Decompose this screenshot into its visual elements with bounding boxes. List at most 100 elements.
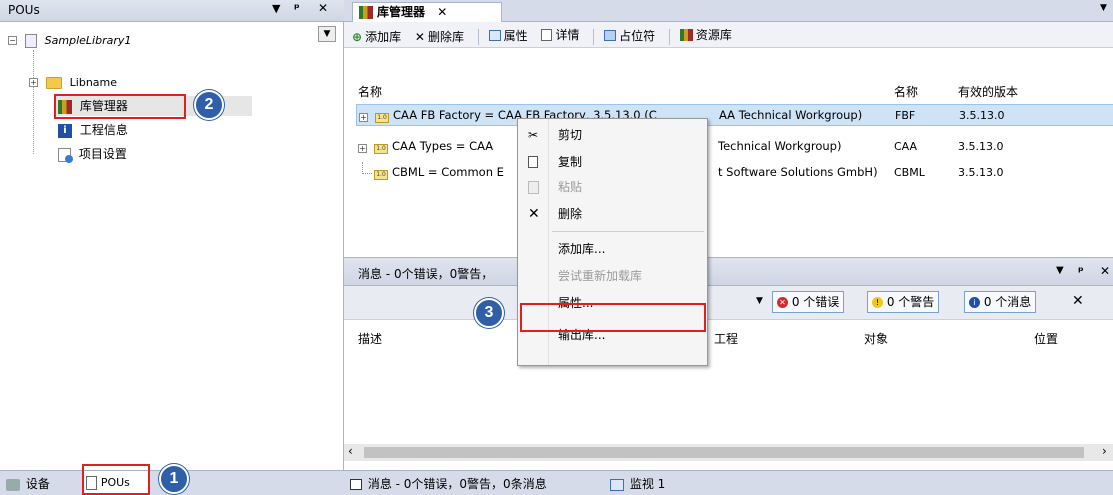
toolbar-separator [593, 29, 595, 45]
add-library-button[interactable]: ⊕ 添加库 [352, 28, 401, 45]
filter-dropdown-icon[interactable]: ▼ [756, 296, 763, 306]
column-header-object[interactable]: 对象 [864, 330, 888, 347]
watch-icon [610, 478, 624, 491]
tree-item-libname[interactable]: + Libname [29, 72, 117, 92]
panel-menu-icon[interactable]: ▼ [1056, 265, 1064, 276]
panel-menu-icon[interactable]: ▼ [272, 2, 280, 15]
row-name-left: CBML = Common E [392, 165, 504, 179]
menu-item-label: 删除 [558, 207, 583, 221]
folder-icon [45, 76, 62, 89]
callout-badge-3: 3 [474, 298, 504, 328]
pous-panel-title: POUs [8, 3, 40, 17]
library-icon [24, 33, 37, 48]
pin-icon[interactable]: ᵖ [1078, 264, 1084, 278]
bottom-tabbar: 消息 - 0个错误，0警告，0条消息 监视 1 [344, 470, 1113, 495]
tab-watch[interactable]: 监视 1 [610, 474, 665, 494]
tree-line [33, 50, 34, 154]
column-header-project[interactable]: 工程 [714, 330, 738, 347]
error-icon: ✕ [777, 297, 788, 308]
tab-messages[interactable]: 消息 - 0个错误，0警告，0条消息 [350, 474, 547, 494]
column-header-version[interactable]: 有效的版本 [958, 83, 1018, 100]
menu-item-delete[interactable]: ✕ 删除 [518, 202, 708, 227]
expand-icon: + [359, 113, 368, 122]
column-header-position[interactable]: 位置 [1034, 330, 1058, 347]
placeholder-button[interactable]: 占位符 [604, 27, 655, 44]
tab-library-manager[interactable]: 库管理器 ✕ [352, 2, 502, 22]
details-button[interactable]: 详情 [541, 26, 580, 43]
row-namespace: CBML [894, 166, 925, 179]
menu-item-label: 粘贴 [558, 180, 583, 194]
library-table: 名称 名称 有效的版本 + 1.0 CAA FB Factory = CAA F… [344, 48, 1113, 258]
repository-button[interactable]: 资源库 [679, 26, 732, 43]
menu-item-add-library[interactable]: 添加库... [518, 237, 708, 262]
row-namespace: FBF [895, 109, 916, 122]
add-library-label: 添加库 [365, 30, 402, 44]
tree-item-label: Libname [69, 76, 118, 89]
tab-label: 监视 1 [629, 477, 666, 491]
messages-title: 消息 - 0个错误，0警告， [358, 267, 494, 281]
tree-item-label: 工程信息 [79, 123, 128, 137]
delete-icon: ✕ [414, 29, 425, 44]
table-row[interactable]: + 1.0 CAA Types = CAA Technical Workgrou… [356, 136, 1113, 158]
tree-root-label: SampleLibrary1 [44, 34, 132, 47]
column-header-description[interactable]: 描述 [358, 330, 382, 347]
tab-list-icon[interactable]: ▼ [1100, 3, 1107, 13]
library-dropdown-button[interactable]: ▼ [318, 26, 336, 42]
placeholder-label: 占位符 [619, 28, 656, 43]
add-library-icon: ⊕ [352, 29, 363, 44]
table-row[interactable]: + 1.0 CAA FB Factory = CAA FB Factory, 3… [356, 104, 1113, 126]
scissors-icon: ✂ [528, 128, 539, 142]
menu-item-label: 复制 [558, 155, 583, 169]
delete-library-button[interactable]: ✕ 删除库 [415, 28, 464, 45]
devices-icon [6, 478, 20, 491]
infos-count: 0 个消息 [983, 295, 1032, 309]
expand-icon[interactable]: + [29, 78, 38, 87]
horizontal-scrollbar[interactable]: ‹ › [344, 444, 1113, 461]
expand-icon[interactable]: + [358, 141, 367, 155]
delete-library-label: 删除库 [427, 30, 464, 44]
menu-item-reload-library[interactable]: 尝试重新加载库 [518, 264, 708, 289]
collapse-icon[interactable]: − [8, 36, 17, 45]
details-icon [541, 28, 553, 41]
messages-list: 描述 工程 对象 位置 ‹ › [344, 320, 1113, 470]
tree-item-project-settings[interactable]: 项目设置 [56, 144, 127, 164]
pin-icon[interactable]: ᵖ [294, 1, 300, 15]
tree-item-project-info[interactable]: i 工程信息 [56, 120, 128, 140]
menu-separator [552, 231, 704, 232]
warnings-count: 0 个警告 [886, 295, 935, 309]
column-header-namespace[interactable]: 名称 [894, 83, 918, 100]
tab-label: 消息 - 0个错误，0警告，0条消息 [367, 477, 547, 491]
copy-icon [528, 156, 538, 168]
close-tab-icon[interactable]: ✕ [437, 5, 447, 19]
close-panel-icon[interactable]: ✕ [318, 1, 328, 15]
messages-icon [350, 479, 362, 490]
properties-button[interactable]: 属性 [488, 27, 528, 44]
errors-filter-button[interactable]: ✕ 0 个错误 [772, 291, 845, 313]
warnings-filter-button[interactable]: ! 0 个警告 [867, 291, 940, 313]
menu-item-copy[interactable]: 复制 [518, 150, 708, 175]
tree-connector [362, 162, 372, 174]
menu-item-paste[interactable]: 粘贴 [518, 175, 708, 200]
tab-devices[interactable]: 设备 [6, 474, 50, 494]
messages-filterbar: ▼ ✕ 0 个错误 ! 0 个警告 i 0 个消息 ✕ [344, 286, 1113, 320]
info-icon: i [58, 123, 72, 138]
row-version: 3.5.13.0 [959, 109, 1005, 122]
scroll-left-icon[interactable]: ‹ [348, 444, 353, 458]
menu-item-cut[interactable]: ✂ 剪切 [518, 123, 708, 148]
menu-item-label: 尝试重新加载库 [558, 269, 643, 283]
scroll-right-icon[interactable]: › [1102, 444, 1107, 458]
details-label: 详情 [555, 28, 580, 42]
repository-label: 资源库 [695, 28, 732, 42]
delete-icon: ✕ [528, 206, 540, 222]
menu-item-label: 剪切 [558, 128, 583, 142]
close-panel-icon[interactable]: ✕ [1100, 264, 1110, 278]
table-row[interactable]: 1.0 CBML = Common E t Software Solutions… [356, 162, 1113, 184]
infos-filter-button[interactable]: i 0 个消息 [964, 291, 1037, 313]
placeholder-icon [604, 29, 617, 41]
scrollbar-thumb[interactable] [364, 447, 1084, 458]
warning-icon: ! [872, 297, 883, 308]
clear-messages-icon[interactable]: ✕ [1072, 293, 1084, 309]
settings-doc-icon [58, 147, 73, 163]
column-header-name[interactable]: 名称 [358, 83, 382, 100]
tree-root[interactable]: − SampleLibrary1 [8, 30, 131, 50]
